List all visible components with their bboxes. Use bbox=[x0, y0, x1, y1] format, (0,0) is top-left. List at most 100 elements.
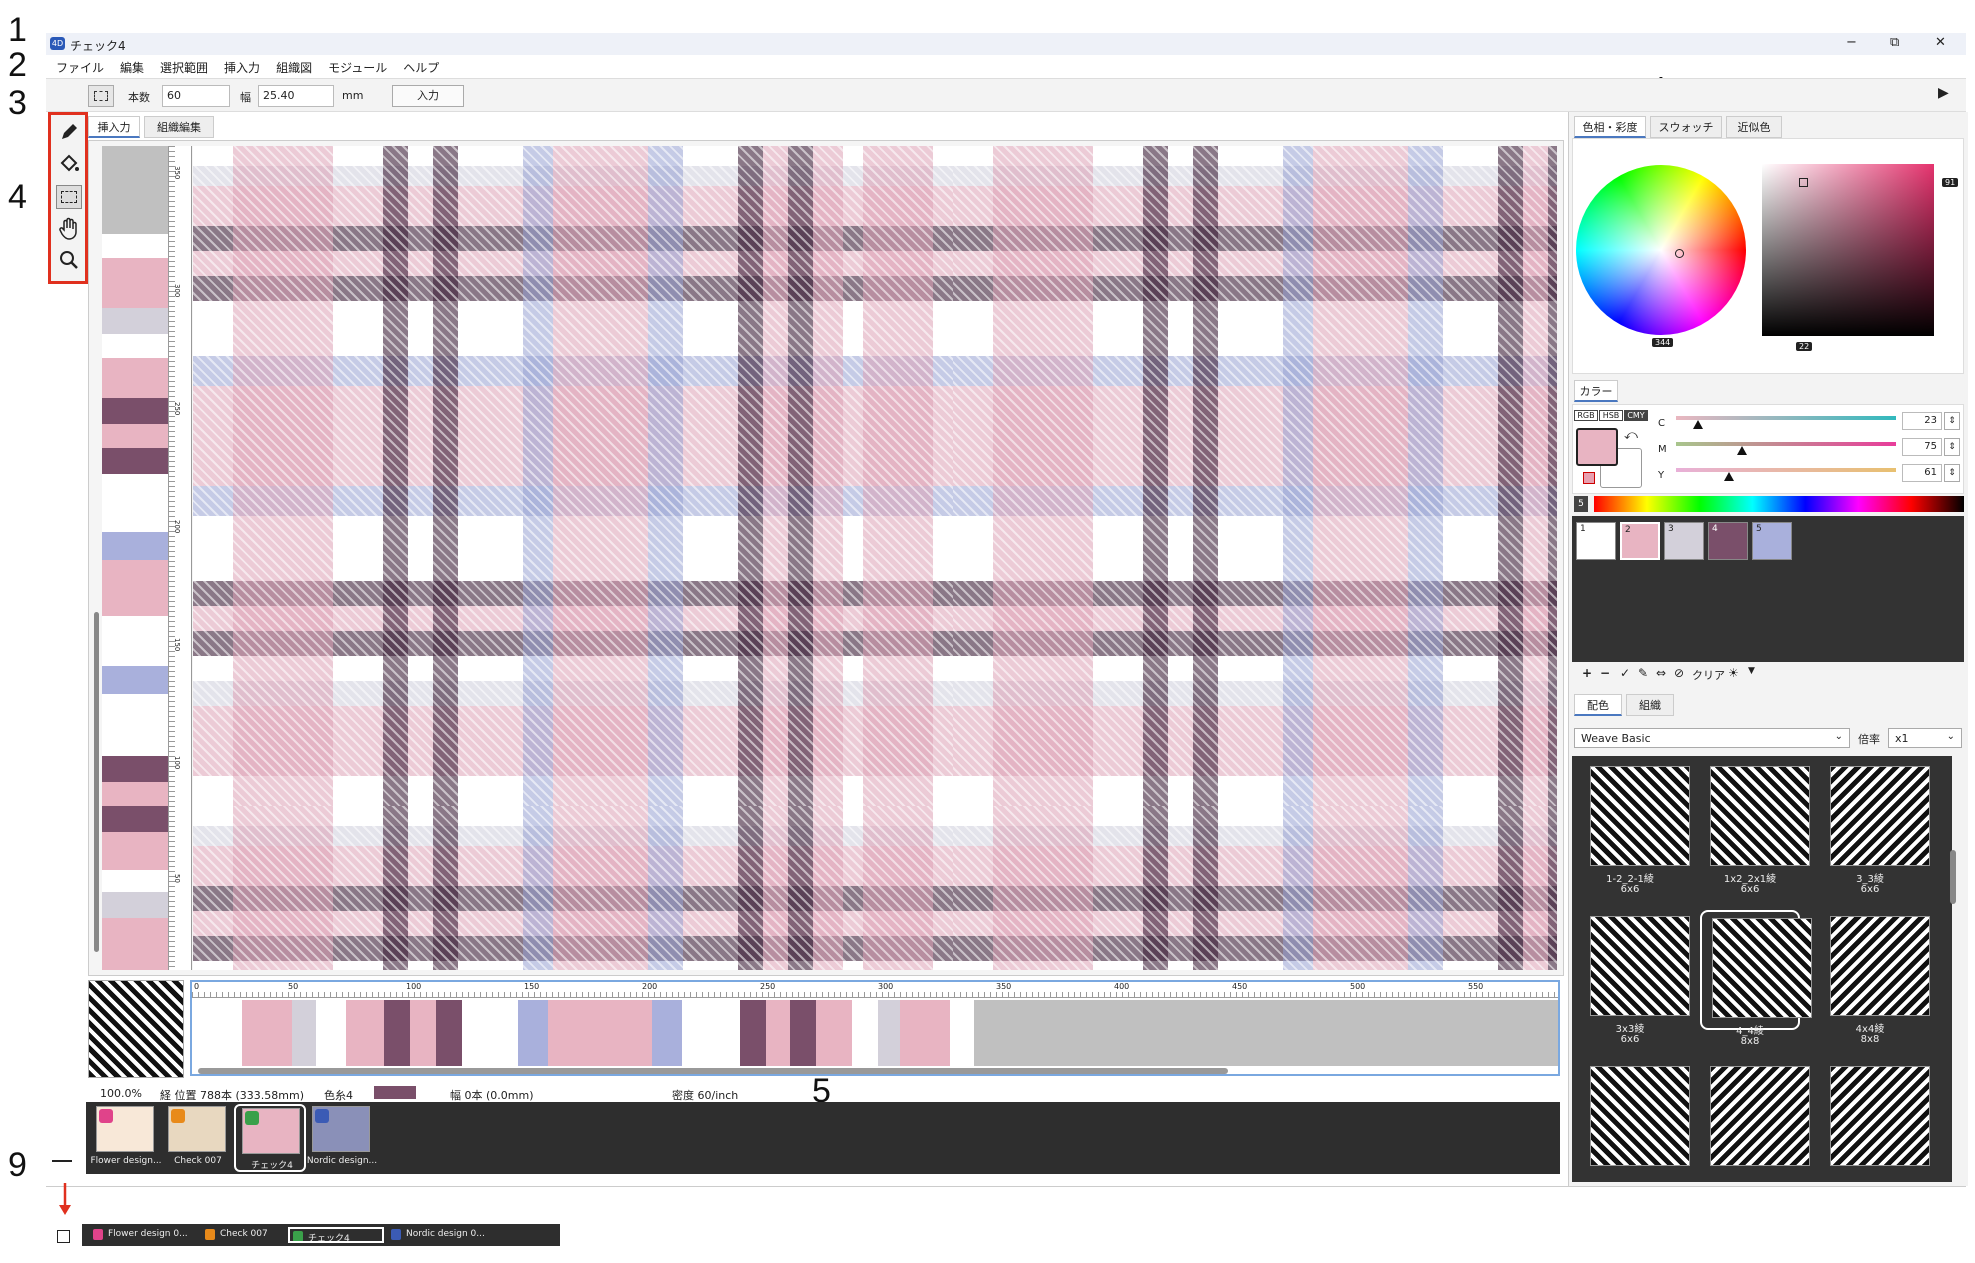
document-thumbnail[interactable]: チェック4 bbox=[234, 1104, 306, 1172]
panel-toggle-icon[interactable]: ▶ bbox=[1938, 85, 1949, 101]
weave-card[interactable] bbox=[1820, 1060, 1930, 1180]
color-mode-tab[interactable]: HSB bbox=[1599, 410, 1623, 421]
color-swatch[interactable]: 5 bbox=[1752, 522, 1792, 560]
weave-select[interactable]: Weave Basic ⌄ bbox=[1574, 728, 1850, 748]
enter-button[interactable]: 入力 bbox=[392, 85, 464, 107]
color-tab[interactable]: 近似色 bbox=[1726, 116, 1782, 138]
color-swatch[interactable]: 2 bbox=[1620, 522, 1660, 560]
annotation-3: 3 bbox=[8, 84, 27, 122]
ruler-label: 250 bbox=[760, 982, 776, 991]
document-thumbnail[interactable]: Check 007 bbox=[162, 1104, 234, 1172]
toolbar: 本数 60 幅 25.40 mm 入力 ▶ bbox=[46, 78, 1966, 112]
weave-card[interactable]: 4_4綾 8x8 bbox=[1700, 910, 1812, 1047]
warp-color-strip[interactable] bbox=[102, 146, 168, 970]
select-rect-tool-button[interactable] bbox=[88, 85, 114, 107]
zoom-icon[interactable] bbox=[58, 249, 80, 271]
weave-scrollbar[interactable] bbox=[1950, 850, 1956, 904]
taskbar-document[interactable]: チェック4 bbox=[288, 1227, 384, 1243]
dropdown-icon[interactable]: ▼ bbox=[1748, 666, 1755, 676]
hue-marker[interactable] bbox=[1675, 249, 1684, 258]
color-slider-track[interactable] bbox=[1676, 416, 1896, 429]
slider-thumb[interactable] bbox=[1723, 472, 1734, 481]
menu-item[interactable]: ファイル bbox=[56, 59, 104, 76]
tab-weave-edit[interactable]: 組織編集 bbox=[144, 116, 214, 138]
pencil-icon[interactable] bbox=[58, 121, 80, 143]
minimize-button[interactable]: − bbox=[1846, 35, 1857, 50]
maximize-button[interactable]: ⧉ bbox=[1890, 35, 1899, 50]
menu-item[interactable]: 挿入力 bbox=[224, 59, 260, 76]
foreground-color[interactable] bbox=[1576, 428, 1618, 466]
weave-card[interactable]: 3_3綾 6x6 bbox=[1820, 760, 1930, 895]
menu-item[interactable]: 選択範囲 bbox=[160, 59, 208, 76]
document-thumbnail[interactable]: Nordic design... bbox=[306, 1104, 378, 1172]
color-mode-tab[interactable]: CMY bbox=[1624, 410, 1648, 421]
plaid-canvas[interactable] bbox=[193, 146, 1557, 970]
weave-card[interactable] bbox=[1700, 1060, 1810, 1180]
vertical-scrollbar[interactable] bbox=[94, 612, 99, 952]
slider-value-input[interactable]: 75 bbox=[1902, 438, 1942, 456]
weft-color-strip[interactable] bbox=[192, 1000, 1558, 1066]
color-swatch[interactable]: 1 bbox=[1576, 522, 1616, 560]
menu-item[interactable]: 組織図 bbox=[276, 59, 312, 76]
color-slider-track[interactable] bbox=[1676, 468, 1896, 481]
weft-strip[interactable]: 50 100 150 200 250 300 350 400 450 500 550 0 bbox=[190, 980, 1560, 1076]
check-icon[interactable]: ✓ bbox=[1620, 666, 1630, 680]
remove-icon[interactable]: − bbox=[1600, 666, 1610, 680]
clear-button[interactable]: クリア bbox=[1692, 667, 1725, 683]
document-thumbnail[interactable]: Flower design... bbox=[90, 1104, 162, 1172]
hue-wheel[interactable] bbox=[1576, 165, 1746, 335]
stepper-icon[interactable]: ⇕ bbox=[1944, 412, 1960, 430]
close-button[interactable]: ✕ bbox=[1935, 35, 1946, 50]
vruler-label: 50 bbox=[173, 874, 181, 883]
hand-icon[interactable] bbox=[58, 217, 80, 241]
stepper-icon[interactable]: ⇕ bbox=[1944, 438, 1960, 456]
swatch-number: 2 bbox=[1625, 525, 1631, 535]
weave-card[interactable]: 3x3綾 6x6 bbox=[1580, 910, 1690, 1045]
weave-card[interactable]: 1x2_2x1綾 6x6 bbox=[1700, 760, 1810, 895]
slider-value-input[interactable]: 23 bbox=[1902, 412, 1942, 430]
weave-tab[interactable]: 配色 bbox=[1574, 694, 1622, 716]
app-icon: 4D bbox=[50, 37, 65, 50]
taskbar-document[interactable]: Flower design 0... bbox=[90, 1227, 198, 1243]
bucket-icon[interactable] bbox=[58, 153, 80, 175]
color-mode-tab[interactable]: RGB bbox=[1574, 410, 1598, 421]
count-input[interactable]: 60 bbox=[162, 85, 230, 107]
small-color-chip[interactable] bbox=[1583, 472, 1595, 484]
weave-tab[interactable]: 組織 bbox=[1626, 694, 1674, 716]
ban-icon[interactable]: ⊘ bbox=[1674, 666, 1684, 680]
edit-icon[interactable]: ✎ bbox=[1638, 666, 1648, 680]
annotation-1: 1 bbox=[8, 11, 27, 49]
width-input[interactable]: 25.40 bbox=[258, 85, 334, 107]
menu-item[interactable]: 編集 bbox=[120, 59, 144, 76]
sb-marker[interactable] bbox=[1799, 178, 1808, 187]
swap-icon[interactable]: ⇔ bbox=[1656, 666, 1666, 680]
taskbar-document[interactable]: Nordic design 0... bbox=[388, 1227, 498, 1243]
slider-thumb[interactable] bbox=[1737, 446, 1747, 455]
saturation-brightness-square[interactable] bbox=[1762, 164, 1934, 336]
add-icon[interactable]: + bbox=[1582, 666, 1592, 680]
collapse-dash-icon[interactable] bbox=[52, 1160, 72, 1162]
horizontal-scrollbar[interactable] bbox=[198, 1068, 1228, 1074]
sun-icon[interactable]: ☀ bbox=[1728, 666, 1739, 680]
color-slider-track[interactable] bbox=[1676, 442, 1896, 455]
select-rect-tool[interactable] bbox=[56, 185, 82, 209]
color-swatch[interactable]: 3 bbox=[1664, 522, 1704, 560]
menu-item[interactable]: ヘルプ bbox=[403, 59, 439, 76]
menu-item[interactable]: モジュール bbox=[328, 59, 387, 76]
color-tab[interactable]: 色相・彩度 bbox=[1574, 116, 1646, 138]
weave-card[interactable]: 1-2_2-1綾 6x6 bbox=[1580, 760, 1690, 895]
tab-insert[interactable]: 挿入力 bbox=[88, 116, 140, 138]
color-tab[interactable]: スウォッチ bbox=[1650, 116, 1722, 138]
tab-color[interactable]: カラー bbox=[1574, 380, 1618, 402]
color-swatch[interactable]: 4 bbox=[1708, 522, 1748, 560]
spectrum-bar[interactable] bbox=[1594, 496, 1964, 512]
weave-card[interactable]: 4x4綾 8x8 bbox=[1820, 910, 1930, 1045]
slider-value-input[interactable]: 61 bbox=[1902, 464, 1942, 482]
stepper-icon[interactable]: ⇕ bbox=[1944, 464, 1960, 482]
taskbar-document[interactable]: Check 007 bbox=[202, 1227, 282, 1243]
scale-select[interactable]: x1 ⌄ bbox=[1888, 728, 1962, 748]
slider-thumb[interactable] bbox=[1693, 420, 1703, 429]
swap-colors-icon[interactable]: ⤺ bbox=[1624, 428, 1638, 443]
weave-card[interactable] bbox=[1580, 1060, 1690, 1180]
restore-tray-icon[interactable] bbox=[57, 1230, 70, 1243]
